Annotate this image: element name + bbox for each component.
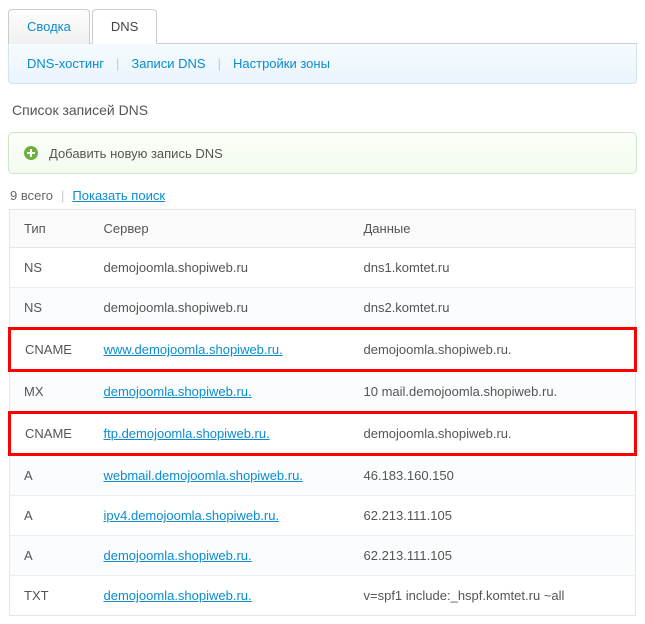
tab-summary[interactable]: Сводка	[8, 9, 90, 44]
cell-server: ipv4.demojoomla.shopiweb.ru.	[90, 496, 350, 536]
cell-data: demojoomla.shopiweb.ru.	[350, 329, 636, 371]
cell-data: v=spf1 include:_hspf.komtet.ru ~all	[350, 576, 636, 616]
cell-server: demojoomla.shopiweb.ru.	[90, 576, 350, 616]
cell-server: demojoomla.shopiweb.ru	[90, 288, 350, 329]
cell-server: demojoomla.shopiweb.ru	[90, 248, 350, 288]
cell-data: dns1.komtet.ru	[350, 248, 636, 288]
cell-server: ftp.demojoomla.shopiweb.ru.	[90, 413, 350, 455]
cell-data: 46.183.160.150	[350, 455, 636, 496]
cell-type: NS	[10, 288, 90, 329]
cell-type: A	[10, 536, 90, 576]
table-row: Awebmail.demojoomla.shopiweb.ru. 46.183.1…	[10, 455, 636, 496]
table-row: CNAME www.demojoomla.shopiweb.ru. demojoom…	[10, 329, 636, 371]
table-row: Ademojoomla.shopiweb.ru. 62.213.111.105	[10, 536, 636, 576]
server-link[interactable]: www.demojoomla.shopiweb.ru.	[104, 342, 283, 357]
cell-type: CNAME	[10, 329, 90, 371]
table-row: TXT demojoomla.shopiweb.ru. v=spf1 include…	[10, 576, 636, 616]
cell-type: A	[10, 455, 90, 496]
subnav-dns-hosting[interactable]: DNS-хостинг	[27, 56, 104, 71]
server-link[interactable]: demojoomla.shopiweb.ru.	[104, 548, 252, 563]
col-header-data: Данные	[350, 210, 636, 248]
main-tabs: Сводка DNS	[8, 8, 637, 44]
table-row: CNAME ftp.demojoomla.shopiweb.ru. demojoom…	[10, 413, 636, 455]
cell-data: dns2.komtet.ru	[350, 288, 636, 329]
server-link[interactable]: webmail.demojoomla.shopiweb.ru.	[104, 468, 303, 483]
subnav-zone-settings[interactable]: Настройки зоны	[233, 56, 330, 71]
cell-type: A	[10, 496, 90, 536]
cell-data: 10 mail.demojoomla.shopiweb.ru.	[350, 371, 636, 413]
cell-type: CNAME	[10, 413, 90, 455]
add-button-label: Добавить новую запись DNS	[49, 146, 223, 161]
cell-data: 62.213.111.105	[350, 536, 636, 576]
table-row: NSdemojoomla.shopiweb.rudns2.komtet.ru	[10, 288, 636, 329]
subnav-divider: |	[116, 56, 119, 71]
dns-subnav: DNS-хостинг | Записи DNS | Настройки зон…	[8, 44, 637, 84]
cell-server: www.demojoomla.shopiweb.ru.	[90, 329, 350, 371]
table-row: MX demojoomla.shopiweb.ru. 10 mail.demojoo…	[10, 371, 636, 413]
col-header-type: Тип	[10, 210, 90, 248]
dns-records-table: Тип Сервер Данные NSdemojoomla.shopiweb.…	[8, 209, 637, 616]
add-dns-record-button[interactable]: Добавить новую запись DNS	[8, 132, 637, 174]
server-link[interactable]: demojoomla.shopiweb.ru.	[104, 588, 252, 603]
cell-server: demojoomla.shopiweb.ru.	[90, 536, 350, 576]
server-link[interactable]: demojoomla.shopiweb.ru.	[104, 384, 252, 399]
page-title: Список записей DNS	[12, 102, 637, 118]
cell-type: NS	[10, 248, 90, 288]
cell-type: TXT	[10, 576, 90, 616]
cell-data: 62.213.111.105	[350, 496, 636, 536]
count-row: 9 всего | Показать поиск	[10, 188, 637, 203]
cell-type: MX	[10, 371, 90, 413]
cell-data: demojoomla.shopiweb.ru.	[350, 413, 636, 455]
subnav-divider: |	[218, 56, 221, 71]
plus-icon	[23, 145, 39, 161]
total-count: 9 всего	[10, 188, 53, 203]
col-header-server: Сервер	[90, 210, 350, 248]
count-divider: |	[61, 188, 64, 203]
table-row: NSdemojoomla.shopiweb.rudns1.komtet.ru	[10, 248, 636, 288]
tab-dns[interactable]: DNS	[92, 9, 157, 44]
subnav-dns-records[interactable]: Записи DNS	[131, 56, 205, 71]
cell-server: demojoomla.shopiweb.ru.	[90, 371, 350, 413]
table-row: Aipv4.demojoomla.shopiweb.ru. 62.213.111.…	[10, 496, 636, 536]
cell-server: webmail.demojoomla.shopiweb.ru.	[90, 455, 350, 496]
server-link[interactable]: ipv4.demojoomla.shopiweb.ru.	[104, 508, 280, 523]
server-link[interactable]: ftp.demojoomla.shopiweb.ru.	[104, 426, 270, 441]
show-search-link[interactable]: Показать поиск	[72, 188, 165, 203]
